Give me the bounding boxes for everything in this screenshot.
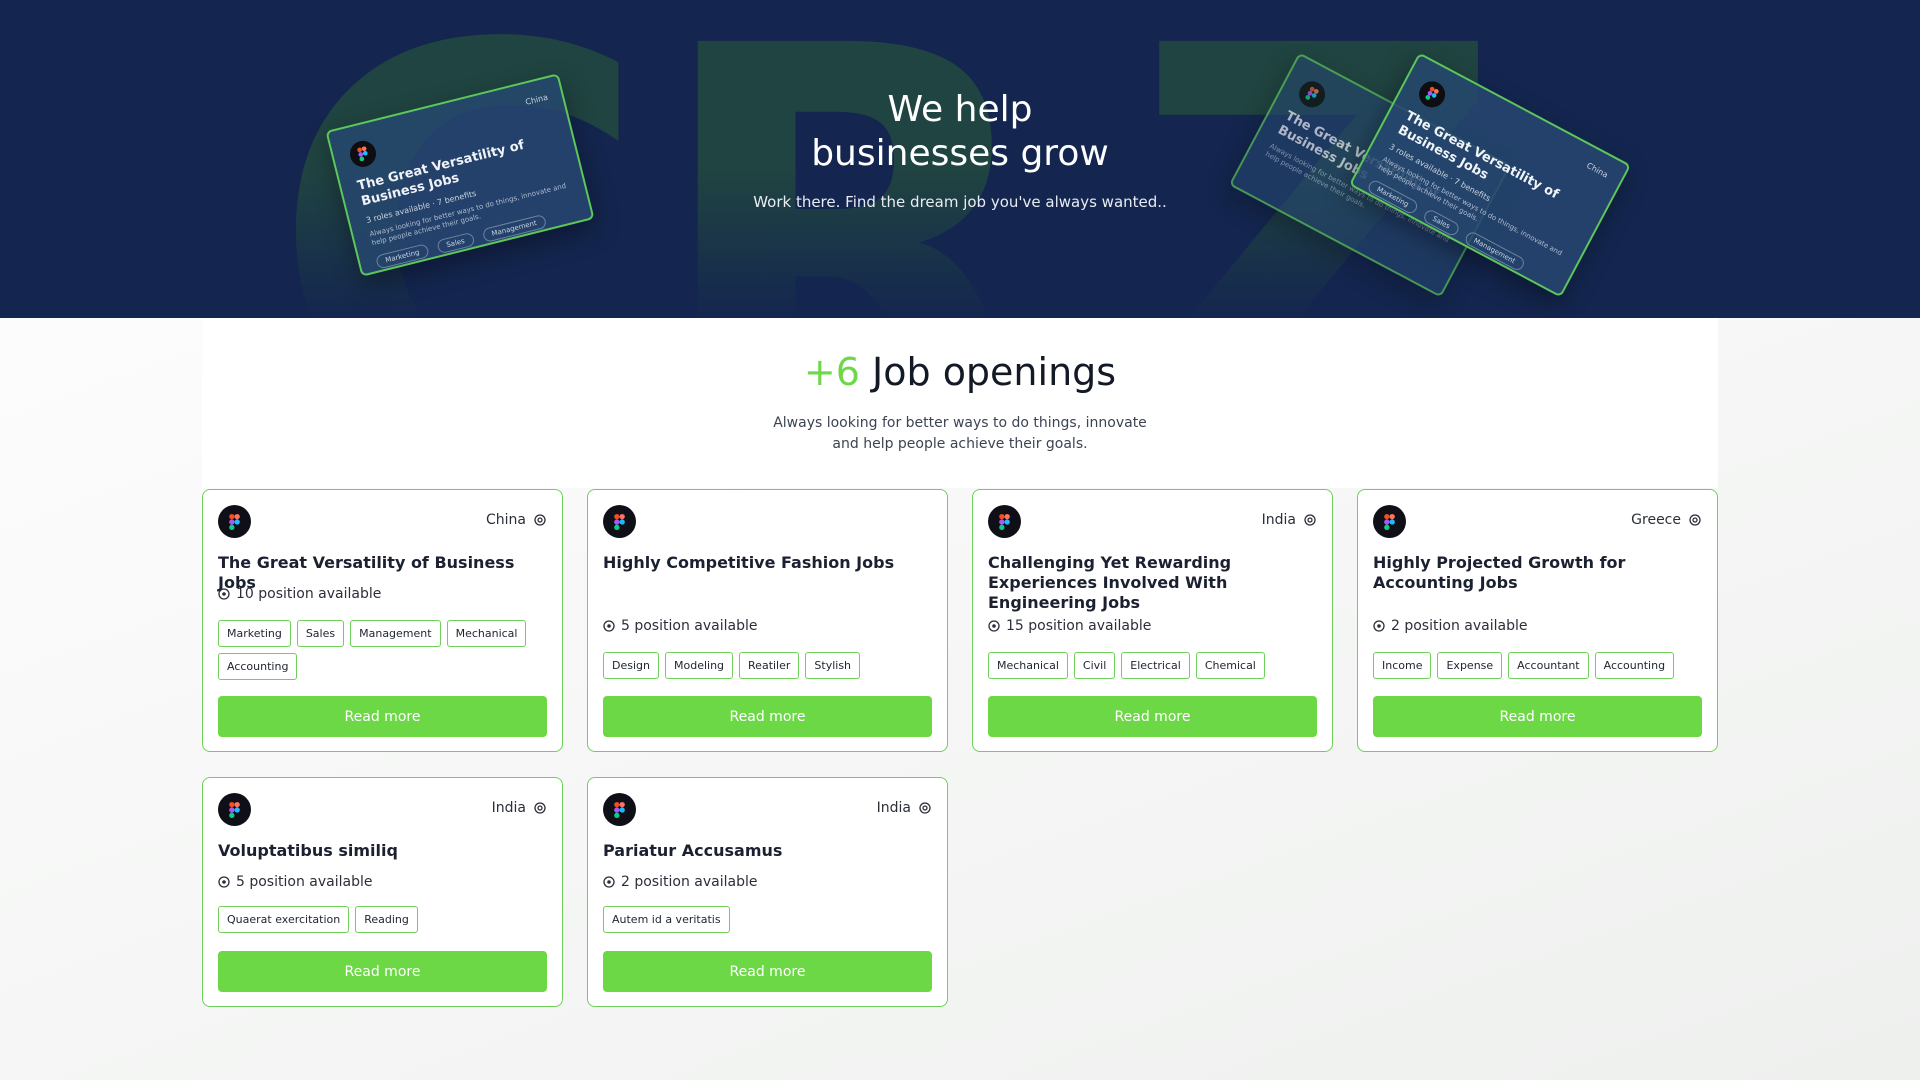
figma-logo-icon: [603, 793, 636, 826]
job-tag[interactable]: Management: [350, 620, 441, 647]
job-tags: Design Modeling Reatiler Stylish: [603, 652, 933, 679]
job-location-label: India: [876, 800, 911, 816]
job-location: Greece: [1631, 512, 1701, 528]
job-card: Greece Highly Projected Growth for Accou…: [1357, 489, 1718, 752]
job-tag[interactable]: Accounting: [218, 653, 298, 680]
target-icon: [218, 876, 230, 888]
job-location: India: [877, 800, 931, 816]
job-tags: Autem id a veritatis: [603, 906, 933, 933]
job-title[interactable]: Pariatur Accusamus: [603, 841, 923, 861]
target-icon: [988, 620, 1000, 632]
openings-title: +6 Job openings: [0, 350, 1920, 394]
target-icon: [603, 620, 615, 632]
job-card: China The Great Versatility of Business …: [202, 489, 563, 752]
openings-subtitle-line1: Always looking for better ways to do thi…: [773, 415, 1147, 431]
job-tags: Marketing Sales Management Mechanical Ac…: [218, 620, 548, 680]
job-tags: Mechanical Civil Electrical Chemical: [988, 652, 1318, 679]
figma-logo-icon: [988, 505, 1021, 538]
job-location-label: China: [486, 512, 526, 528]
job-tag[interactable]: Income: [1373, 652, 1432, 679]
job-positions-label: 15 position available: [1006, 618, 1152, 634]
job-tag[interactable]: Mechanical: [446, 620, 527, 647]
openings-count: +6: [803, 350, 860, 394]
job-positions: 5 position available: [603, 618, 757, 634]
openings-title-text: Job openings: [872, 350, 1117, 394]
hero-fade: [0, 168, 1920, 318]
job-tag[interactable]: Electrical: [1121, 652, 1190, 679]
job-tag[interactable]: Mechanical: [988, 652, 1068, 679]
location-pin-icon: [534, 802, 546, 814]
hero-title-line2: businesses grow: [811, 133, 1109, 174]
job-tag[interactable]: Accounting: [1594, 652, 1675, 679]
job-title[interactable]: Challenging Yet Rewarding Experiences In…: [988, 553, 1308, 613]
openings-subtitle-line2: and help people achieve their goals.: [832, 436, 1088, 452]
job-card: Highly Competitive Fashion Jobs 5 positi…: [587, 489, 948, 752]
target-icon: [1373, 620, 1385, 632]
read-more-button[interactable]: Read more: [1373, 696, 1702, 737]
job-card: India Pariatur Accusamus 2 position avai…: [587, 777, 948, 1007]
job-tag[interactable]: Marketing: [218, 620, 291, 647]
job-positions-label: 5 position available: [621, 618, 758, 634]
job-positions-label: 10 position available: [236, 586, 382, 602]
job-tag[interactable]: Chemical: [1195, 652, 1265, 679]
hero-title-line1: We help: [887, 89, 1033, 130]
read-more-button[interactable]: Read more: [988, 696, 1317, 737]
job-positions-label: 2 position available: [621, 874, 758, 890]
job-positions: 5 position available: [218, 874, 372, 890]
location-pin-icon: [534, 514, 546, 526]
job-positions-label: 5 position available: [236, 874, 373, 890]
job-tags: Income Expense Accountant Accounting: [1373, 652, 1703, 679]
job-tag[interactable]: Sales: [296, 620, 345, 647]
job-title[interactable]: Voluptatibus similiq: [218, 841, 538, 861]
job-positions: 15 position available: [988, 618, 1151, 634]
location-pin-icon: [1304, 514, 1316, 526]
job-title[interactable]: Highly Projected Growth for Accounting J…: [1373, 553, 1693, 593]
read-more-button[interactable]: Read more: [218, 951, 547, 992]
job-positions: 2 position available: [603, 874, 757, 890]
read-more-button[interactable]: Read more: [218, 696, 547, 737]
read-more-button[interactable]: Read more: [603, 951, 932, 992]
job-location-label: Greece: [1631, 512, 1681, 528]
job-location: India: [1262, 512, 1316, 528]
job-tag[interactable]: Expense: [1437, 652, 1503, 679]
hero-title: We help businesses grow: [0, 88, 1920, 176]
job-positions: 2 position available: [1373, 618, 1527, 634]
location-pin-icon: [1689, 514, 1701, 526]
hero-banner: C R Z China The Great Versatility of Bus…: [0, 0, 1920, 318]
location-pin-icon: [919, 802, 931, 814]
openings-subtitle: Always looking for better ways to do thi…: [0, 413, 1920, 455]
job-location: China: [486, 512, 546, 528]
job-tag[interactable]: Quaerat exercitation: [218, 906, 350, 933]
job-positions: 10 position available: [218, 586, 381, 602]
job-positions-label: 2 position available: [1391, 618, 1528, 634]
job-tag[interactable]: Autem id a veritatis: [603, 906, 730, 933]
read-more-button[interactable]: Read more: [603, 696, 932, 737]
job-tag[interactable]: Reatiler: [739, 652, 800, 679]
job-tag[interactable]: Accountant: [1508, 652, 1589, 679]
job-location-label: India: [1261, 512, 1296, 528]
job-card: India Voluptatibus similiq 5 position av…: [202, 777, 563, 1007]
job-tag[interactable]: Reading: [355, 906, 418, 933]
job-card: India Challenging Yet Rewarding Experien…: [972, 489, 1333, 752]
figma-logo-icon: [218, 793, 251, 826]
job-tag[interactable]: Stylish: [805, 652, 861, 679]
job-title[interactable]: Highly Competitive Fashion Jobs: [603, 553, 923, 573]
hero-subtitle: Work there. Find the dream job you've al…: [753, 193, 1167, 211]
openings-panel: [202, 318, 1718, 488]
target-icon: [218, 588, 230, 600]
target-icon: [603, 876, 615, 888]
figma-logo-icon: [218, 505, 251, 538]
figma-logo-icon: [603, 505, 636, 538]
job-tag[interactable]: Design: [603, 652, 659, 679]
job-location: India: [492, 800, 546, 816]
job-tag[interactable]: Civil: [1073, 652, 1116, 679]
job-location-label: India: [491, 800, 526, 816]
job-tag[interactable]: Modeling: [664, 652, 734, 679]
figma-logo-icon: [1373, 505, 1406, 538]
job-tags: Quaerat exercitation Reading: [218, 906, 548, 933]
